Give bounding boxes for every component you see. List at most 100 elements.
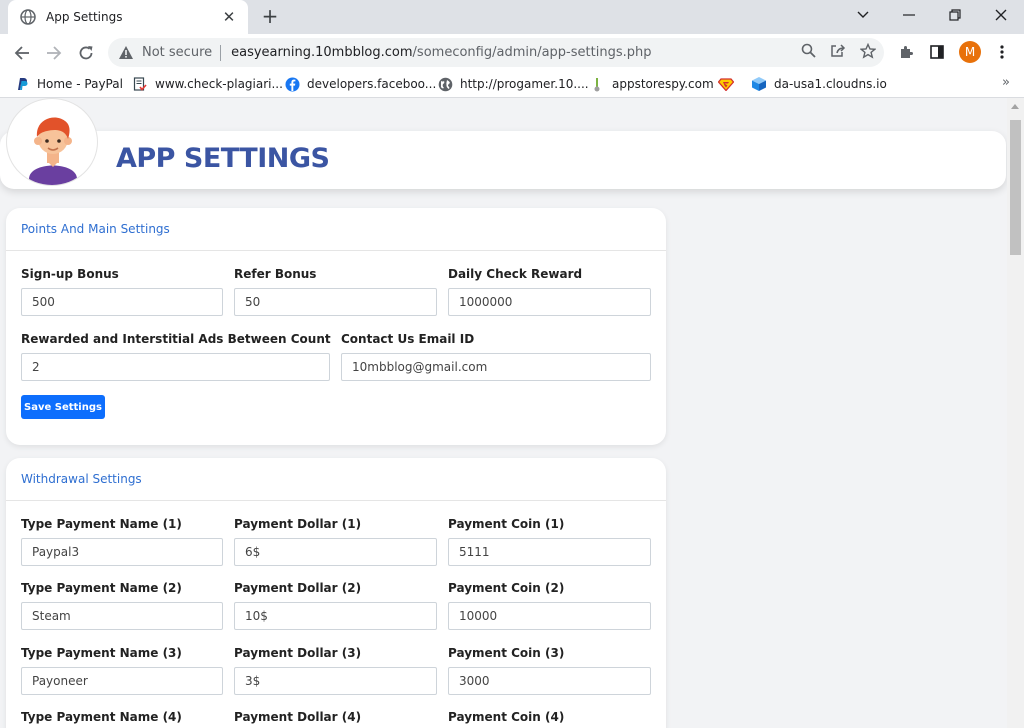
bookmark-item-superman[interactable] — [718, 76, 741, 92]
bookmark-label: http://progamer.10.... — [460, 77, 589, 91]
withdrawal-settings-card: Withdrawal Settings Type Payment Name (1… — [6, 458, 666, 728]
avatar[interactable] — [6, 98, 98, 186]
address-bar[interactable]: Not secure easyearning.10mbblog.com/some… — [108, 38, 884, 67]
tab-strip: App Settings ✕ + — [0, 0, 1024, 34]
share-icon[interactable] — [830, 43, 846, 62]
profile-avatar-button[interactable]: M — [959, 41, 981, 63]
bookmark-label: da-usa1.cloudns.io — [774, 77, 887, 91]
payment-coin-1-input[interactable] — [448, 538, 651, 566]
ads-count-field: Rewarded and Interstitial Ads Between Co… — [21, 332, 331, 381]
field-label: Rewarded and Interstitial Ads Between Co… — [21, 332, 331, 346]
tab-title: App Settings — [46, 10, 123, 24]
field-label: Daily Check Reward — [448, 267, 583, 281]
warning-triangle-icon[interactable] — [118, 45, 136, 61]
minimize-icon[interactable] — [886, 0, 932, 30]
payment-coin-2-input[interactable] — [448, 602, 651, 630]
page-title: APP SETTINGS — [116, 143, 330, 174]
field-label: Type Payment Name (2) — [21, 581, 182, 595]
facebook-icon — [284, 76, 300, 92]
daily-check-reward-field: Daily Check Reward — [448, 267, 651, 316]
scroll-up-arrow-icon[interactable] — [1011, 104, 1019, 109]
field-label: Sign-up Bonus — [21, 267, 119, 281]
tab-app-settings[interactable]: App Settings ✕ — [8, 0, 248, 34]
bookmark-item-check-plagiarism[interactable]: www.check-plagiari... — [132, 76, 283, 92]
payment-dollar-4-field: Payment Dollar (4) — [234, 710, 437, 728]
forward-arrow-icon[interactable] — [40, 39, 68, 67]
payment-dollar-2-field: Payment Dollar (2) — [234, 581, 437, 630]
payment-name-2-field: Type Payment Name (2) — [21, 581, 223, 630]
cube-icon — [751, 76, 767, 92]
field-label: Refer Bonus — [234, 267, 317, 281]
tab-search-chevron-down-icon[interactable] — [840, 0, 886, 30]
payment-name-3-input[interactable] — [21, 667, 223, 695]
signup-bonus-field: Sign-up Bonus — [21, 267, 223, 316]
field-label: Type Payment Name (1) — [21, 517, 182, 531]
payment-coin-1-field: Payment Coin (1) — [448, 517, 651, 566]
restore-icon[interactable] — [932, 0, 978, 30]
payment-name-1-field: Type Payment Name (1) — [21, 517, 223, 566]
bookmark-label: Home - PayPal — [37, 77, 123, 91]
more-vertical-icon[interactable] — [989, 39, 1015, 65]
field-label: Payment Coin (3) — [448, 646, 565, 660]
field-label: Payment Dollar (3) — [234, 646, 362, 660]
reload-icon[interactable] — [72, 39, 100, 67]
refer-bonus-input[interactable] — [234, 288, 437, 316]
bookmark-label: developers.faceboo... — [307, 77, 437, 91]
bookmarks-bar: Home - PayPal www.check-plagiari... deve… — [0, 71, 1024, 98]
scrollbar-thumb[interactable] — [1010, 120, 1021, 255]
contact-email-input[interactable] — [341, 353, 651, 381]
contact-email-field: Contact Us Email ID — [341, 332, 651, 381]
appstorespy-icon — [589, 76, 605, 92]
card-title: Withdrawal Settings — [6, 458, 666, 501]
bookmark-item-appstorespy[interactable]: appstorespy.com — [589, 76, 714, 92]
back-arrow-icon[interactable] — [8, 39, 36, 67]
save-settings-button[interactable]: Save Settings — [21, 395, 105, 419]
field-label: Payment Dollar (1) — [234, 517, 362, 531]
payment-name-2-input[interactable] — [21, 602, 223, 630]
bookmark-star-icon[interactable] — [859, 42, 877, 63]
new-tab-button[interactable]: + — [258, 5, 282, 29]
signup-bonus-input[interactable] — [21, 288, 223, 316]
url-path: /someconfig/admin/app-settings.php — [412, 45, 652, 60]
field-label: Type Payment Name (3) — [21, 646, 182, 660]
payment-dollar-2-input[interactable] — [234, 602, 437, 630]
bookmark-label: www.check-plagiari... — [155, 77, 283, 91]
bookmark-item-cloudns[interactable]: da-usa1.cloudns.io — [751, 76, 887, 92]
page-content: APP SETTINGS Points And Main Settings Si… — [0, 98, 1007, 728]
close-tab-icon[interactable]: ✕ — [220, 8, 238, 26]
zoom-search-icon[interactable] — [801, 43, 816, 62]
payment-name-3-field: Type Payment Name (3) — [21, 646, 223, 695]
field-label: Payment Dollar (2) — [234, 581, 362, 595]
bookmarks-overflow-button[interactable]: » — [1002, 75, 1010, 90]
payment-name-4-field: Type Payment Name (4) — [21, 710, 223, 728]
field-label: Contact Us Email ID — [341, 332, 475, 346]
payment-coin-4-field: Payment Coin (4) — [448, 710, 651, 728]
paypal-icon — [14, 76, 30, 92]
card-title: Points And Main Settings — [6, 208, 666, 251]
bookmark-item-paypal[interactable]: Home - PayPal — [14, 76, 123, 92]
bookmark-label: appstorespy.com — [612, 77, 714, 91]
payment-dollar-1-input[interactable] — [234, 538, 437, 566]
document-check-icon — [132, 76, 148, 92]
close-window-icon[interactable] — [978, 0, 1024, 30]
daily-check-reward-input[interactable] — [448, 288, 651, 316]
bookmark-item-facebook-developers[interactable]: developers.faceboo... — [284, 76, 436, 92]
side-panel-icon[interactable] — [924, 39, 950, 65]
superman-shield-icon — [718, 76, 734, 92]
bookmark-item-progamer[interactable]: http://progamer.10.... — [437, 76, 589, 92]
payment-dollar-3-input[interactable] — [234, 667, 437, 695]
points-settings-card: Points And Main Settings Sign-up Bonus R… — [6, 208, 666, 445]
payment-coin-2-field: Payment Coin (2) — [448, 581, 651, 630]
payment-coin-3-field: Payment Coin (3) — [448, 646, 651, 695]
ads-count-input[interactable] — [21, 353, 330, 381]
payment-coin-3-input[interactable] — [448, 667, 651, 695]
field-label: Payment Coin (1) — [448, 517, 565, 531]
field-label: Payment Coin (4) — [448, 710, 565, 724]
page-scrollbar[interactable] — [1007, 98, 1024, 728]
payment-name-1-input[interactable] — [21, 538, 223, 566]
address-divider — [220, 44, 222, 61]
security-status[interactable]: Not secure — [142, 45, 212, 60]
extensions-puzzle-icon[interactable] — [893, 39, 919, 65]
payment-dollar-3-field: Payment Dollar (3) — [234, 646, 437, 695]
url-host: easyearning.10mbblog.com — [231, 45, 413, 60]
